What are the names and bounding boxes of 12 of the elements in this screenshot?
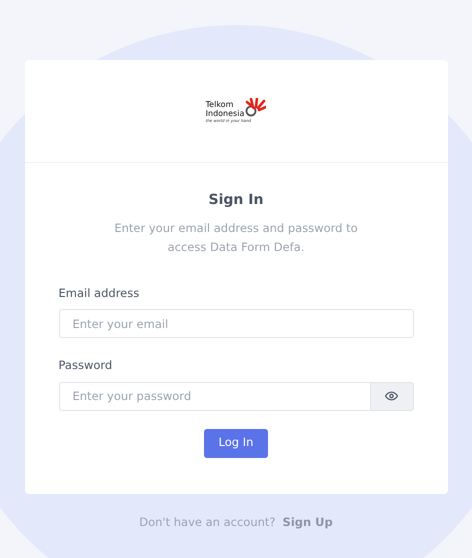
sign-up-prompt: Don't have an account? [139, 514, 276, 531]
email-field[interactable]: Enter your email [58, 309, 414, 338]
eye-icon [385, 391, 398, 401]
field-label: Email address [58, 285, 140, 302]
hand-icon [244, 98, 266, 118]
sign-in-heading: Sign In [208, 191, 264, 210]
sign-in-subtitle: Enter your email address and password to access Data Form Defa. [113, 220, 359, 256]
password-field[interactable]: Enter your password [58, 382, 370, 410]
show-password-button[interactable] [370, 382, 414, 410]
sign-up-link[interactable]: Sign Up [282, 514, 333, 532]
field-label: Password [58, 357, 114, 374]
log-in-button[interactable]: Log In [204, 428, 268, 458]
